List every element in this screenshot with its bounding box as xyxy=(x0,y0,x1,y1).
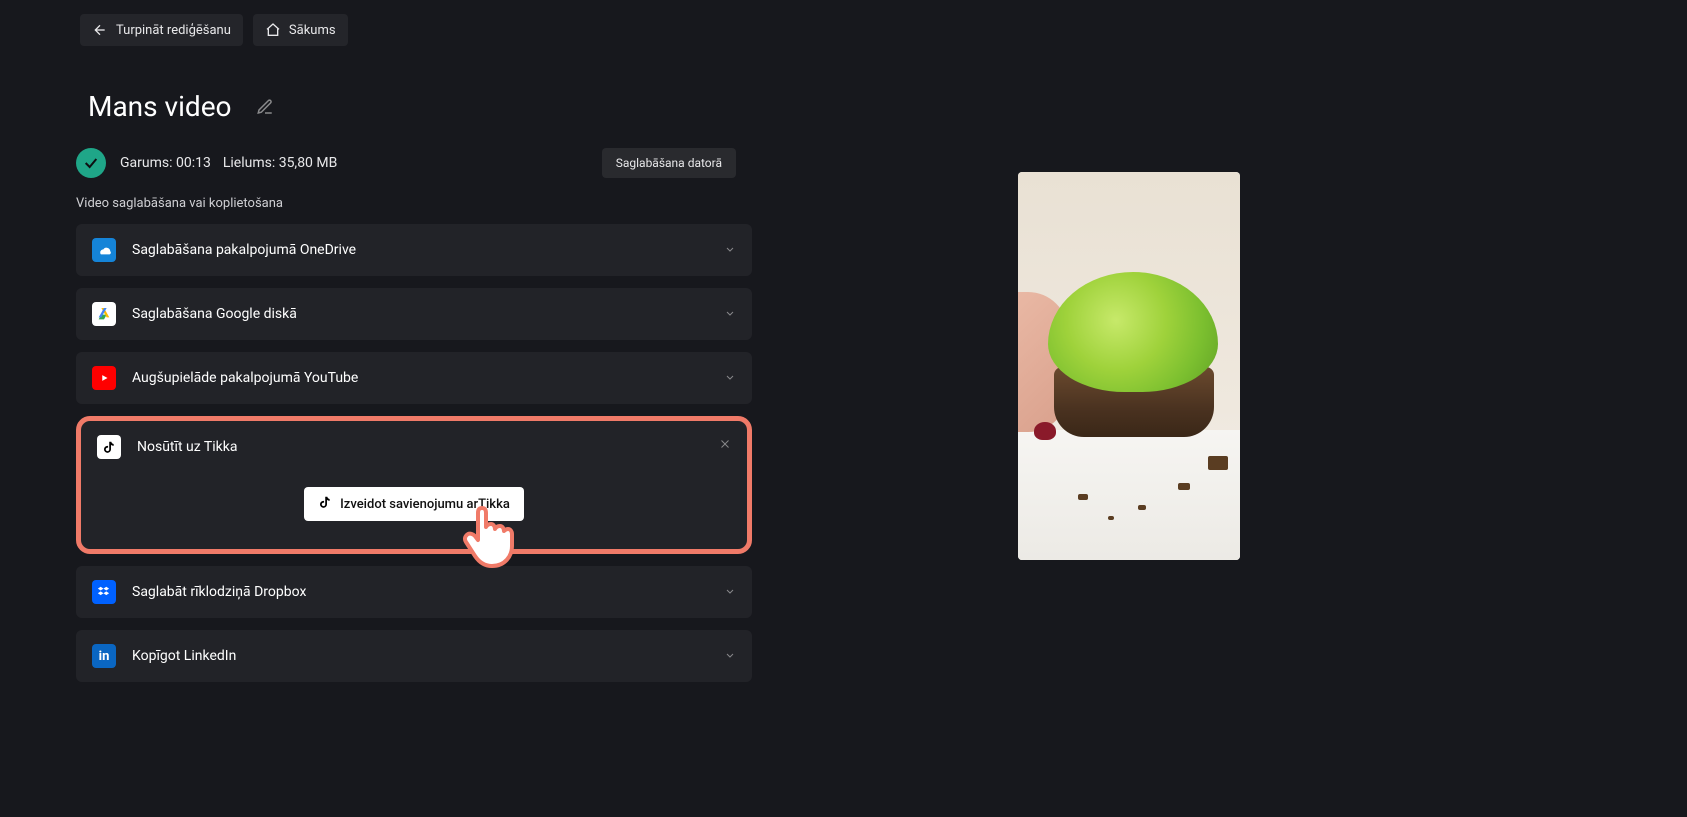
arrow-left-icon xyxy=(92,22,108,38)
page-title: Mans video xyxy=(88,90,232,123)
download-label: Saglabāšana datorā xyxy=(616,156,722,170)
status-check-icon xyxy=(76,148,106,178)
chevron-down-icon xyxy=(724,583,736,602)
edit-title-icon[interactable] xyxy=(256,98,274,116)
home-button[interactable]: Sākums xyxy=(253,14,348,46)
chevron-down-icon xyxy=(724,647,736,666)
home-icon xyxy=(265,22,281,38)
dropbox-label: Saglabāt rīklodziņā Dropbox xyxy=(132,584,306,600)
status-row: Garums: 00:13 Lielums: 35,80 MB Saglabāš… xyxy=(76,148,736,178)
home-label: Sākums xyxy=(289,23,336,38)
close-icon[interactable] xyxy=(719,435,731,454)
chevron-down-icon xyxy=(724,305,736,324)
gdrive-label: Saglabāšana Google diskā xyxy=(132,306,297,322)
chevron-down-icon xyxy=(724,369,736,388)
tiktok-small-icon xyxy=(318,495,332,513)
share-item-tiktok[interactable]: Nosūtīt uz Tikka Izveidot savienojumu ar… xyxy=(76,416,752,554)
section-label: Video saglabāšana vai koplietošana xyxy=(76,196,283,211)
dropbox-icon xyxy=(92,580,116,604)
connect-tiktok-label: Izveidot savienojumu arTikka xyxy=(340,497,510,512)
length-label: Garums: 00:13 xyxy=(120,155,211,171)
linkedin-label: Kopīgot LinkedIn xyxy=(132,648,236,664)
video-preview xyxy=(1018,172,1240,560)
top-nav: Turpināt rediģēšanu Sākums xyxy=(80,14,348,46)
title-row: Mans video xyxy=(88,90,274,123)
chevron-down-icon xyxy=(724,241,736,260)
size-label: Lielums: 35,80 MB xyxy=(223,155,338,171)
youtube-label: Augšupielāde pakalpojumā YouTube xyxy=(132,370,358,386)
share-item-gdrive[interactable]: Saglabāšana Google diskā xyxy=(76,288,752,340)
back-label: Turpināt rediģēšanu xyxy=(116,23,231,38)
connect-tiktok-button[interactable]: Izveidot savienojumu arTikka xyxy=(304,487,524,521)
onedrive-icon xyxy=(92,238,116,262)
share-list: Saglabāšana pakalpojumā OneDrive Saglabā… xyxy=(76,224,752,682)
share-item-youtube[interactable]: Augšupielāde pakalpojumā YouTube xyxy=(76,352,752,404)
tiktok-icon xyxy=(97,435,121,459)
download-button[interactable]: Saglabāšana datorā xyxy=(602,148,736,178)
share-item-linkedin[interactable]: in Kopīgot LinkedIn xyxy=(76,630,752,682)
youtube-icon xyxy=(92,366,116,390)
onedrive-label: Saglabāšana pakalpojumā OneDrive xyxy=(132,242,356,258)
share-item-dropbox[interactable]: Saglabāt rīklodziņā Dropbox xyxy=(76,566,752,618)
tiktok-label: Nosūtīt uz Tikka xyxy=(137,439,237,455)
gdrive-icon xyxy=(92,302,116,326)
share-item-onedrive[interactable]: Saglabāšana pakalpojumā OneDrive xyxy=(76,224,752,276)
back-button[interactable]: Turpināt rediģēšanu xyxy=(80,14,243,46)
linkedin-icon: in xyxy=(92,644,116,668)
